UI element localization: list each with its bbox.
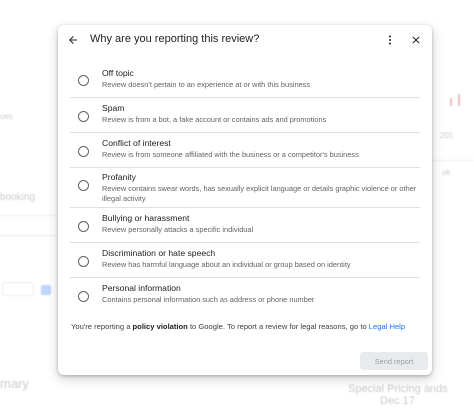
- dialog-header: Why are you reporting this review?: [58, 25, 432, 55]
- reason-option-conflict-of-interest[interactable]: Conflict of interest Review is from some…: [70, 133, 420, 168]
- reason-option-spam[interactable]: Spam Review is from a bot, a fake accoun…: [70, 98, 420, 133]
- option-label: Profanity: [102, 172, 136, 182]
- radio-button[interactable]: [78, 180, 89, 191]
- bg-divider: [0, 235, 56, 236]
- bg-checkbox: [41, 285, 51, 295]
- bg-chip: [2, 282, 34, 296]
- report-review-dialog: Why are you reporting this review? Off t…: [58, 25, 432, 375]
- option-description: Review is from someone affiliated with t…: [102, 150, 359, 159]
- option-label: Personal information: [102, 283, 181, 293]
- close-button[interactable]: [408, 32, 424, 48]
- more-options-button[interactable]: [382, 32, 398, 48]
- note-bold: policy violation: [132, 322, 188, 331]
- bg-chart-bar: [458, 94, 460, 106]
- legal-help-link[interactable]: Legal Help: [369, 322, 405, 331]
- bg-label-ok: ok: [442, 168, 451, 177]
- bg-chart-bar: [450, 98, 452, 106]
- policy-violation-note: You're reporting a policy violation to G…: [71, 322, 405, 331]
- option-description: Review personally attacks a specific ind…: [102, 225, 254, 234]
- bg-label-special-pricing: Special Pricing ands: [348, 383, 448, 395]
- bg-label-201: 201: [440, 131, 454, 140]
- option-label: Conflict of interest: [102, 138, 171, 148]
- radio-button[interactable]: [78, 75, 89, 86]
- note-middle: to Google. To report a review for legal …: [187, 322, 369, 331]
- option-label: Spam: [102, 103, 125, 113]
- radio-button[interactable]: [78, 256, 89, 267]
- option-label: Off topic: [102, 68, 134, 78]
- reason-option-discrimination[interactable]: Discrimination or hate speech Review has…: [70, 243, 420, 278]
- radio-button[interactable]: [78, 111, 89, 122]
- back-button[interactable]: [65, 32, 81, 48]
- note-prefix: You're reporting a: [71, 322, 133, 331]
- reason-option-profanity[interactable]: Profanity Review contains swear words, h…: [70, 168, 420, 208]
- option-description: Review contains swear words, has sexuall…: [102, 184, 417, 203]
- radio-button[interactable]: [78, 221, 89, 232]
- option-description: Contains personal information such as ad…: [102, 295, 315, 304]
- bg-label-date: Dec 17: [380, 395, 415, 407]
- reason-option-bullying[interactable]: Bullying or harassment Review personally…: [70, 208, 420, 243]
- radio-button[interactable]: [78, 291, 89, 302]
- bg-label-summary: mary: [0, 376, 29, 391]
- bg-label-booking: booking: [0, 192, 36, 203]
- option-description: Review doesn't pertain to an experience …: [102, 80, 311, 89]
- close-icon: [412, 36, 420, 44]
- reason-option-personal-information[interactable]: Personal information Contains personal i…: [70, 278, 420, 313]
- bg-divider: [0, 215, 56, 216]
- dialog-title: Why are you reporting this review?: [90, 33, 260, 45]
- send-report-button[interactable]: Send report: [360, 352, 428, 370]
- bg-label-ces: ces: [0, 112, 13, 121]
- report-reason-list: Off topic Review doesn't pertain to an e…: [70, 62, 420, 313]
- option-description: Review has harmful language about an ind…: [102, 260, 351, 269]
- radio-button[interactable]: [78, 146, 89, 157]
- bg-divider: [432, 160, 474, 161]
- arrow-back-icon: [69, 36, 77, 44]
- more-vert-icon: [389, 35, 391, 45]
- option-description: Review is from a bot, a fake account or …: [102, 115, 327, 124]
- option-label: Bullying or harassment: [102, 213, 190, 223]
- option-label: Discrimination or hate speech: [102, 248, 216, 258]
- reason-option-off-topic[interactable]: Off topic Review doesn't pertain to an e…: [70, 62, 420, 98]
